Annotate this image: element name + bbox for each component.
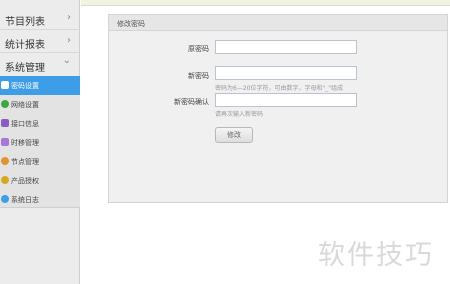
sidebar-item-interface[interactable]: 接口信息 — [0, 114, 80, 133]
sidebar-item-label: 节点管理 — [11, 158, 39, 166]
confirm-password-input[interactable] — [215, 93, 357, 107]
sidebar-item-timeshift[interactable]: 时移管理 — [0, 133, 80, 152]
submit-button[interactable]: 修改 — [215, 127, 253, 143]
nav-group-programs[interactable]: 节目列表 › — [0, 7, 80, 30]
interface-icon — [1, 119, 9, 127]
nav-group-label: 系统管理 — [5, 63, 45, 74]
change-password-panel: 修改密码 原密码 新密码 密码为6—20位字符，可由数字，字母和"_"组成 新密… — [108, 14, 448, 203]
sidebar-item-label: 产品授权 — [11, 177, 39, 185]
chevron-down-icon: ⌄ — [62, 55, 71, 66]
key-icon — [1, 176, 9, 184]
chevron-right-icon: › — [67, 35, 71, 46]
sidebar-item-password[interactable]: 密码设置 — [0, 76, 80, 95]
nav-group-label: 节目列表 — [5, 17, 45, 28]
panel-body: 原密码 新密码 密码为6—20位字符，可由数字，字母和"_"组成 新密码确认 请… — [109, 31, 447, 202]
old-password-label: 原密码 — [188, 45, 209, 53]
sidebar-item-label: 接口信息 — [11, 120, 39, 128]
sidebar-item-label: 密码设置 — [11, 82, 39, 90]
sidebar-item-nodes[interactable]: 节点管理 — [0, 152, 80, 171]
nav-group-reports[interactable]: 统计报表 › — [0, 30, 80, 53]
sidebar-item-logs[interactable]: 系统日志 — [0, 190, 80, 209]
old-password-input[interactable] — [215, 40, 357, 54]
node-icon — [1, 157, 9, 165]
sidebar-item-label: 时移管理 — [11, 139, 39, 147]
watermark: 软件技巧 — [318, 240, 434, 271]
sidebar-item-label: 系统日志 — [11, 196, 39, 204]
sidebar-item-network[interactable]: 网络设置 — [0, 95, 80, 114]
confirm-password-label: 新密码确认 — [174, 98, 209, 106]
panel-header: 修改密码 — [109, 15, 447, 31]
chevron-right-icon: › — [67, 12, 71, 23]
new-password-label: 新密码 — [188, 72, 209, 80]
nav-group-label: 统计报表 — [5, 40, 45, 51]
user-key-icon — [1, 81, 9, 89]
system-submenu: 密码设置 网络设置 接口信息 时移管理 节点管理 产品授权 系统日志 — [0, 76, 80, 208]
app-root: 节目列表 › 统计报表 › 系统管理 ⌄ 密码设置 网络设置 接口信息 时移管理… — [0, 0, 450, 284]
new-password-hint: 密码为6—20位字符，可由数字，字母和"_"组成 — [215, 85, 343, 92]
log-icon — [1, 195, 9, 203]
calendar-icon — [1, 138, 9, 146]
sidebar-item-label: 网络设置 — [11, 101, 39, 109]
new-password-input[interactable] — [215, 66, 357, 80]
top-bar — [81, 0, 450, 6]
confirm-password-hint: 请再次输入新密码 — [215, 111, 264, 118]
sidebar-item-license[interactable]: 产品授权 — [0, 171, 80, 190]
network-icon — [1, 100, 9, 108]
sidebar: 节目列表 › 统计报表 › 系统管理 ⌄ 密码设置 网络设置 接口信息 时移管理… — [0, 0, 80, 284]
nav-group-system[interactable]: 系统管理 ⌄ — [0, 53, 80, 76]
panel-title: 修改密码 — [117, 20, 145, 28]
